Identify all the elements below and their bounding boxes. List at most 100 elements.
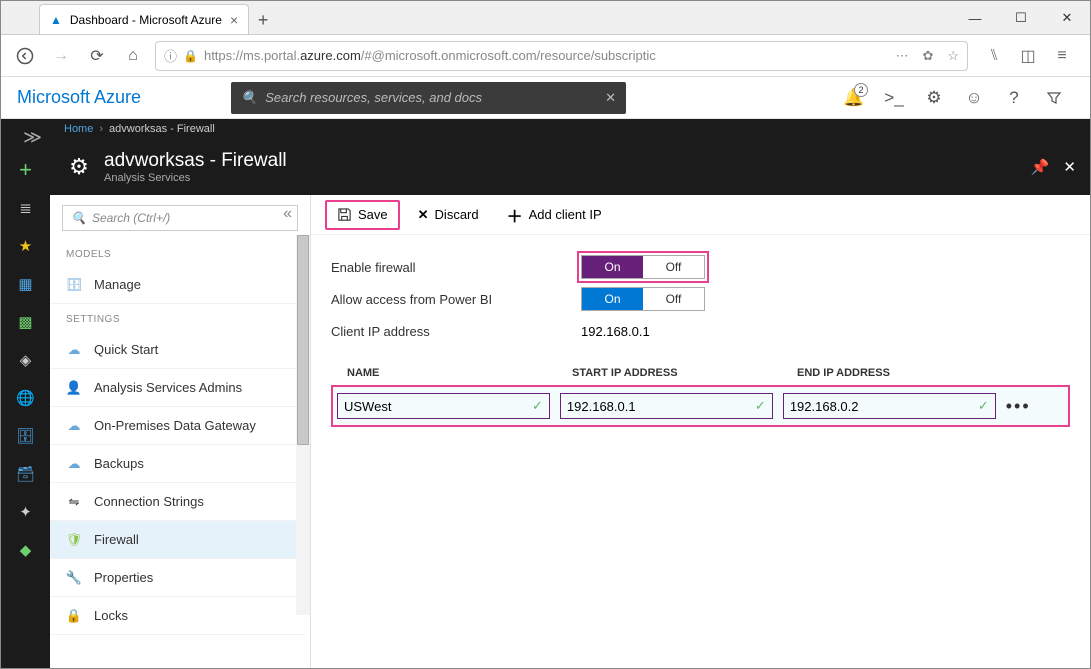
- url-more-icon[interactable]: ⋯: [895, 48, 908, 64]
- rule-end-ip-input-wrap: ✓: [783, 393, 996, 419]
- sidebar-item-backups[interactable]: ☁Backups: [50, 445, 306, 483]
- col-end-header: END IP ADDRESS: [797, 367, 1022, 379]
- azure-search-box[interactable]: 🔍 Search resources, services, and docs ✕: [231, 82, 626, 114]
- breadcrumb-current: advworksas - Firewall: [109, 123, 215, 135]
- new-tab-button[interactable]: +: [249, 6, 277, 34]
- app-body: ≫ + ≣ ★ ▦ ▩ ◈ 🌐 🗄 🗃 ✦ ◆ Home › advworksa…: [1, 119, 1090, 668]
- address-bar[interactable]: ⓘ 🔒 https://ms.portal.azure.com/#@micros…: [155, 41, 968, 71]
- nav-globe-icon[interactable]: 🌐: [1, 379, 50, 417]
- browser-tab[interactable]: ▲ Dashboard - Microsoft Azure ×: [39, 4, 249, 34]
- nav-green-dot-icon[interactable]: ◆: [1, 531, 50, 569]
- browser-forward-button[interactable]: →: [47, 42, 75, 70]
- blade-title: advworksas - Firewall: [104, 150, 287, 172]
- sidebar-item-connstrings[interactable]: ⇋ Connection Strings: [50, 483, 306, 521]
- sidebar-item-label: Connection Strings: [94, 494, 204, 509]
- sidebar-item-label: Properties: [94, 570, 153, 585]
- azure-brand[interactable]: Microsoft Azure: [17, 87, 141, 108]
- nav-db-icon[interactable]: 🗃: [1, 455, 50, 493]
- reader-icon[interactable]: ✿: [922, 48, 933, 64]
- window-close-button[interactable]: ✕: [1044, 2, 1090, 34]
- sidebar-item-gateway[interactable]: ☁On-Premises Data Gateway: [50, 407, 306, 445]
- enable-firewall-toggle[interactable]: On Off: [581, 255, 705, 279]
- conn-icon: ⇋: [66, 494, 82, 510]
- shield-icon: 🛡: [66, 532, 82, 548]
- blade-close-button[interactable]: ✕: [1063, 158, 1076, 176]
- content-pane: Save ✕ Discard ＋ Add client IP Enable fi…: [311, 195, 1090, 668]
- nav-grid-icon[interactable]: ▩: [1, 303, 50, 341]
- window-minimize-button[interactable]: —: [952, 2, 998, 34]
- toggle-off[interactable]: Off: [643, 288, 704, 310]
- browser-tab-strip: ▲ Dashboard - Microsoft Azure × + — ☐ ✕: [1, 1, 1090, 35]
- sidebar-item-label: Backups: [94, 456, 144, 471]
- rule-name-input-wrap: ✓: [337, 393, 550, 419]
- lock-icon: 🔒: [66, 608, 82, 624]
- browser-home-button[interactable]: ⌂: [119, 42, 147, 70]
- breadcrumb-home[interactable]: Home: [64, 123, 93, 135]
- nav-atom-icon[interactable]: ✦: [1, 493, 50, 531]
- rule-end-ip-input[interactable]: [784, 399, 972, 414]
- discard-button[interactable]: ✕ Discard: [408, 200, 489, 230]
- nav-list-icon[interactable]: ≣: [1, 189, 50, 227]
- sidebar-item-properties[interactable]: 🔧Properties: [50, 559, 306, 597]
- info-icon: ⓘ: [164, 46, 177, 65]
- url-prefix: https://: [204, 48, 243, 63]
- search-icon: 🔍: [241, 90, 257, 106]
- rule-start-ip-input[interactable]: [561, 399, 749, 414]
- nav-sql-icon[interactable]: 🗄: [1, 417, 50, 455]
- allow-powerbi-toggle[interactable]: On Off: [581, 287, 705, 311]
- sidebar-search-placeholder: Search (Ctrl+/): [92, 211, 170, 225]
- sidebar-item-label: Analysis Services Admins: [94, 380, 242, 395]
- nav-new-button[interactable]: +: [1, 151, 50, 189]
- toggle-off[interactable]: Off: [643, 256, 704, 278]
- search-clear-icon[interactable]: ✕: [605, 90, 616, 106]
- save-label: Save: [358, 207, 388, 222]
- allow-powerbi-label: Allow access from Power BI: [331, 292, 581, 307]
- row-more-button[interactable]: •••: [1006, 396, 1031, 417]
- notifications-button[interactable]: 🔔2: [834, 77, 874, 119]
- tab-close-icon[interactable]: ×: [230, 12, 238, 28]
- browser-back-button[interactable]: [11, 42, 39, 70]
- window-maximize-button[interactable]: ☐: [998, 2, 1044, 34]
- settings-gear-icon[interactable]: ⚙: [914, 77, 954, 119]
- window-controls: — ☐ ✕: [952, 2, 1090, 34]
- filter-icon[interactable]: [1034, 77, 1074, 119]
- rule-name-input[interactable]: [338, 399, 526, 414]
- sidebar-scrollbar-thumb[interactable]: [297, 235, 309, 445]
- sidebar-item-quickstart[interactable]: ☁Quick Start: [50, 331, 306, 369]
- sidebar-section-models: MODELS: [50, 239, 306, 266]
- save-icon: [337, 207, 352, 222]
- sidebar-item-firewall[interactable]: 🛡Firewall: [50, 521, 306, 559]
- toggle-on[interactable]: On: [582, 288, 643, 310]
- blade-pin-button[interactable]: 📌: [1031, 158, 1050, 176]
- firewall-rules-grid: NAME START IP ADDRESS END IP ADDRESS ✓ ✓: [311, 357, 1090, 427]
- browser-reload-button[interactable]: ⟳: [83, 42, 111, 70]
- feedback-icon[interactable]: ☺: [954, 77, 994, 119]
- cloud-shell-button[interactable]: >_: [874, 77, 914, 119]
- browser-menu-icon[interactable]: ≡: [1050, 44, 1074, 68]
- nav-collapse-button[interactable]: ≫: [23, 123, 50, 151]
- valid-check-icon: ✓: [972, 398, 995, 414]
- add-client-ip-label: Add client IP: [529, 207, 602, 222]
- gateway-icon: ☁: [66, 418, 82, 434]
- sidebar-item-admins[interactable]: 👤Analysis Services Admins: [50, 369, 306, 407]
- sidebar-icon[interactable]: ◫: [1016, 44, 1040, 68]
- toggle-on[interactable]: On: [582, 256, 643, 278]
- sidebar-item-manage[interactable]: 🗄Manage: [50, 266, 306, 304]
- sidebar-collapse-icon[interactable]: «: [283, 205, 292, 223]
- save-button[interactable]: Save: [325, 200, 400, 230]
- blade-gear-icon: ⚙: [64, 152, 94, 182]
- sidebar-search-input[interactable]: 🔍 Search (Ctrl+/): [62, 205, 298, 231]
- add-client-ip-button[interactable]: ＋ Add client IP: [497, 200, 612, 230]
- valid-check-icon: ✓: [749, 398, 772, 414]
- blade-sidebar: 🔍 Search (Ctrl+/) MODELS 🗄Manage SETTING…: [50, 195, 311, 668]
- sidebar-item-locks[interactable]: 🔒Locks: [50, 597, 306, 635]
- bookmark-icon[interactable]: ☆: [947, 48, 959, 64]
- nav-dashboard-icon[interactable]: ▦: [1, 265, 50, 303]
- browser-toolbar: → ⟳ ⌂ ⓘ 🔒 https://ms.portal.azure.com/#@…: [1, 35, 1090, 77]
- nav-star-icon[interactable]: ★: [1, 227, 50, 265]
- search-icon: 🔍: [71, 211, 86, 225]
- library-icon[interactable]: ⑊: [982, 44, 1006, 68]
- sidebar-item-label: Manage: [94, 277, 141, 292]
- help-icon[interactable]: ?: [994, 77, 1034, 119]
- nav-cube-icon[interactable]: ◈: [1, 341, 50, 379]
